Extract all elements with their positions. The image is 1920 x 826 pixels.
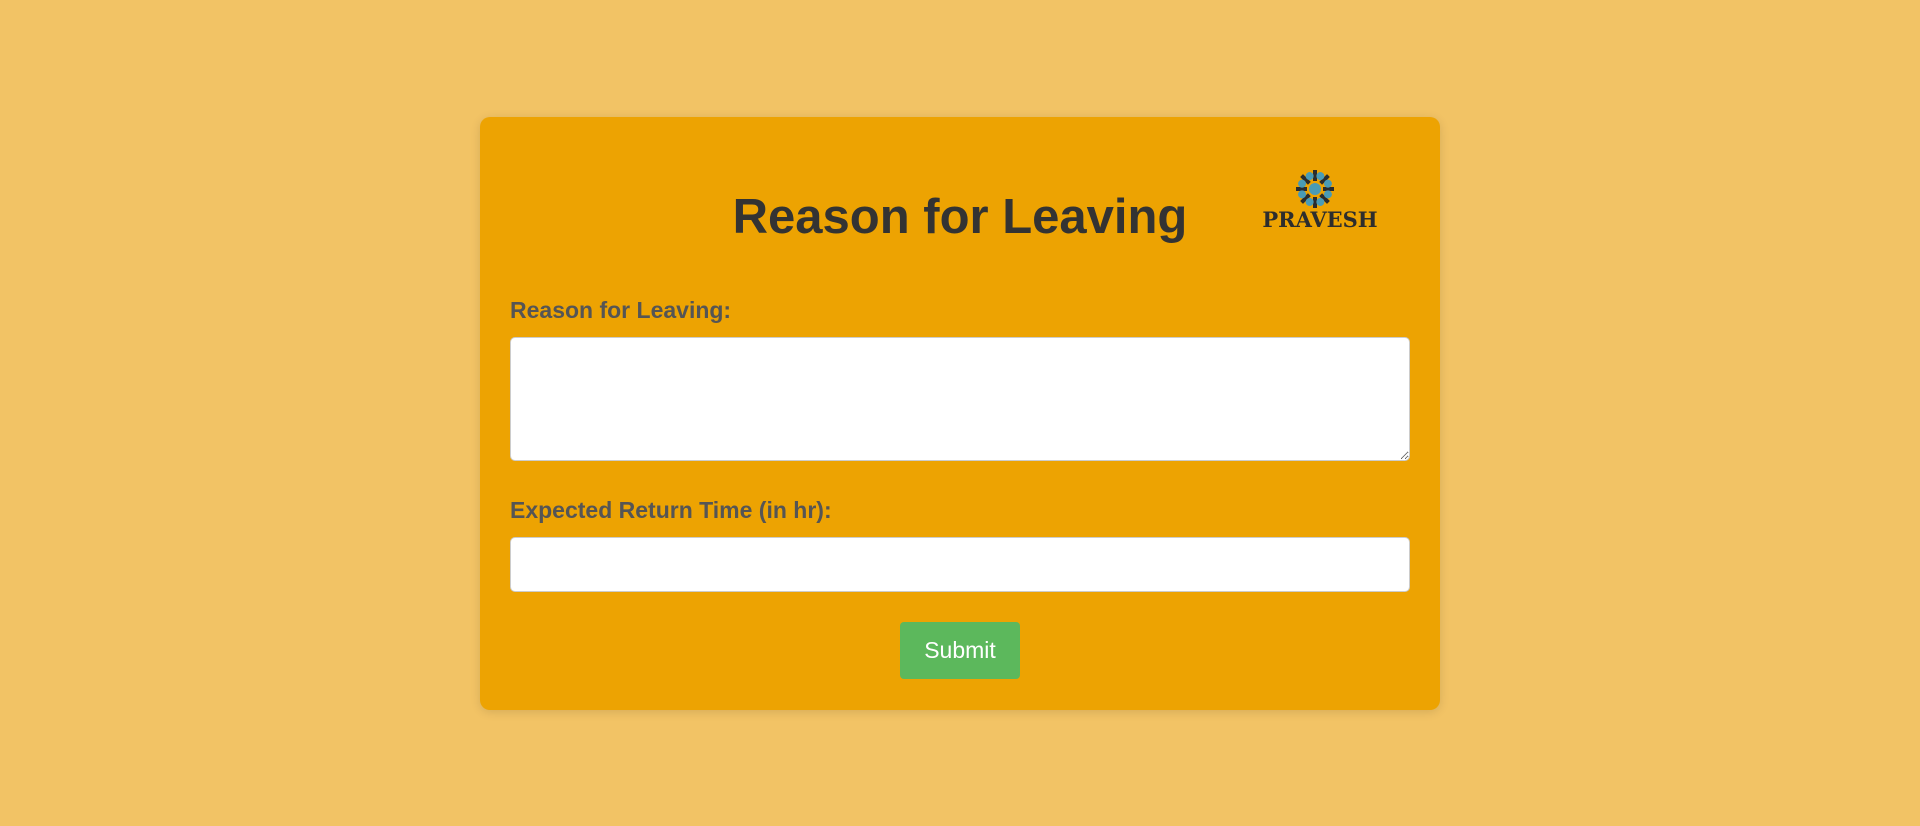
return-time-input[interactable] — [510, 537, 1410, 592]
leave-form-card: PRAVESH Reason for Leaving Reason for Le… — [480, 117, 1440, 710]
submit-button[interactable]: Submit — [900, 622, 1020, 679]
reason-label: Reason for Leaving: — [510, 297, 732, 323]
reason-textarea[interactable] — [510, 337, 1410, 461]
return-time-label: Expected Return Time (in hr): — [510, 497, 832, 523]
page-title: Reason for Leaving — [732, 190, 1188, 244]
